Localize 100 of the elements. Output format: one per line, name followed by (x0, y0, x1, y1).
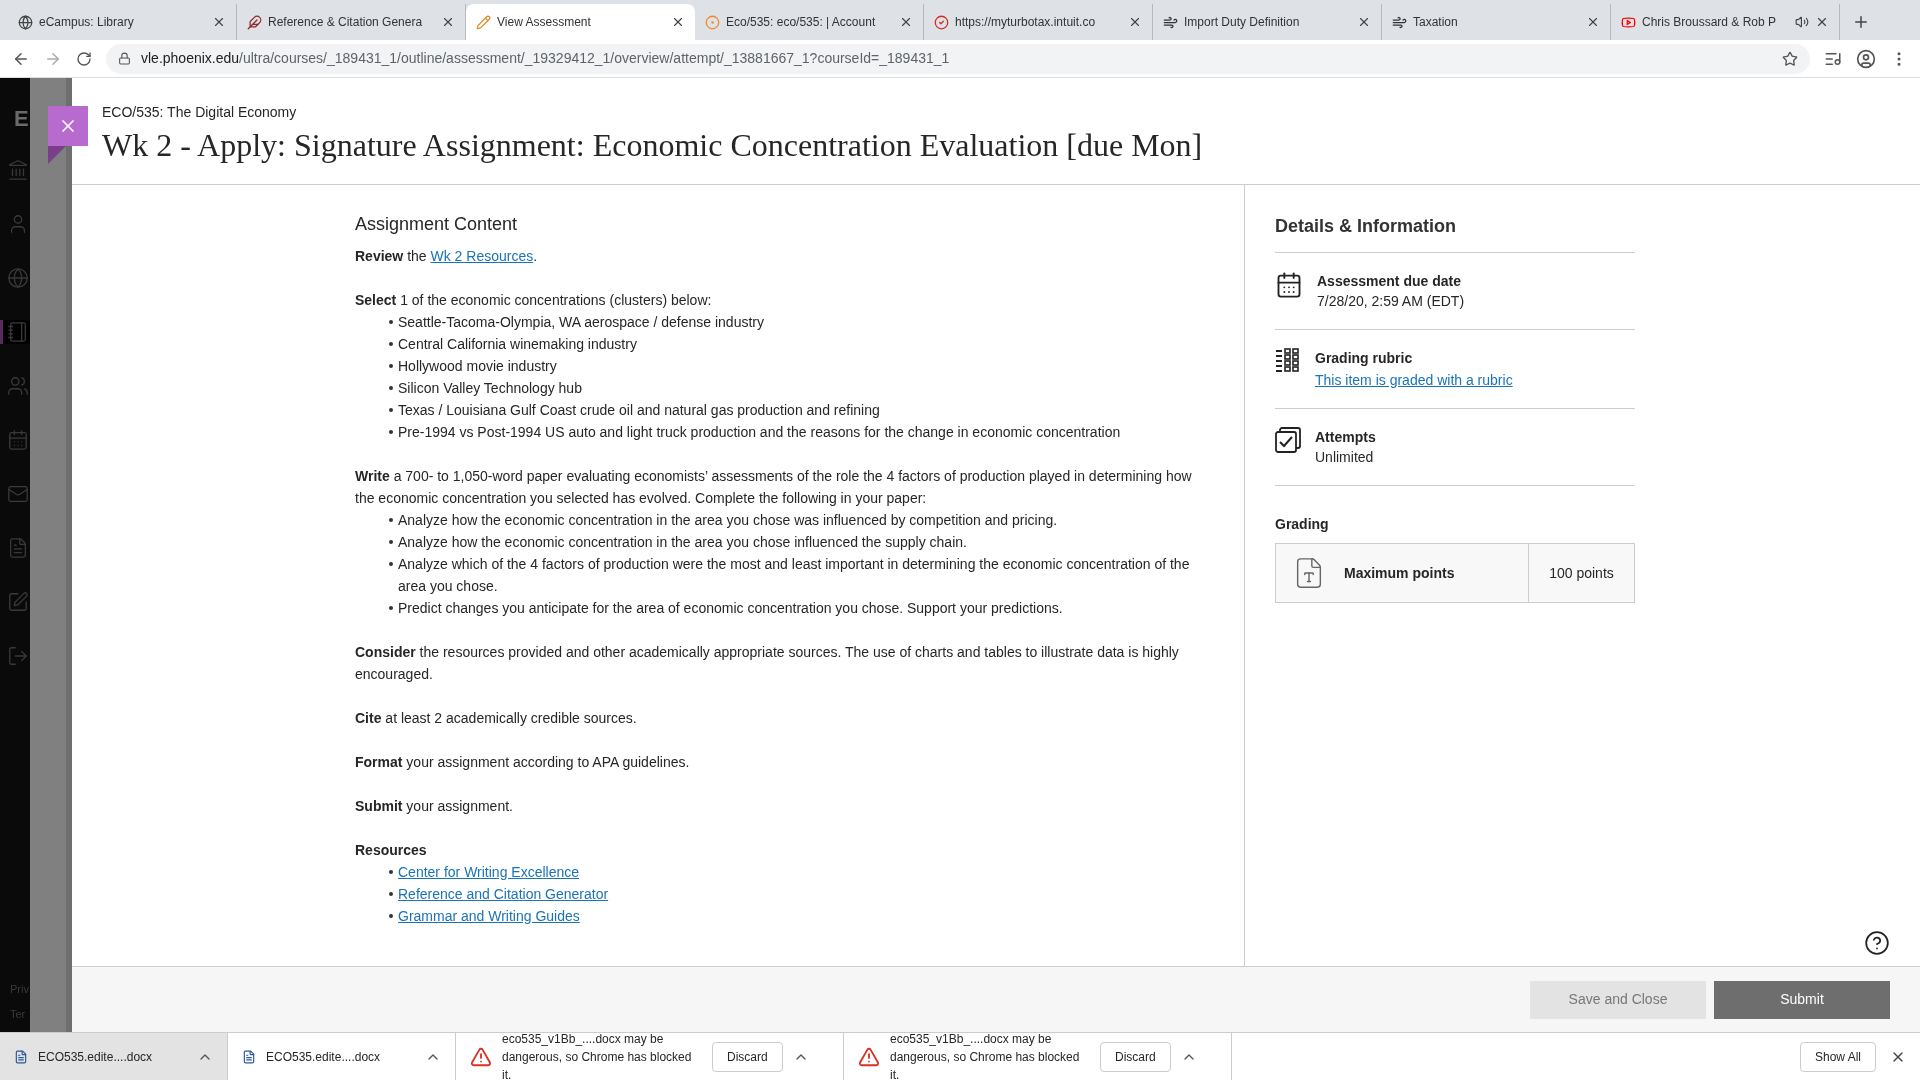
browser-tab[interactable]: View Assessment (466, 4, 695, 40)
bookmark-star-icon[interactable] (1782, 50, 1798, 67)
lock-icon (118, 52, 131, 65)
download-name: eco535_v1Bb_....docx may be dangerous, so Chrome has blocked it. (890, 1030, 1081, 1080)
tab-title: Eco/535: eco/535: | Account (726, 14, 877, 31)
check-circle-icon (934, 14, 949, 30)
save-and-close-button[interactable]: Save and Close (1530, 980, 1706, 1019)
list-item-text: Analyze how the economic concentration in the area you chose influenced the supply chain. (398, 533, 967, 552)
help-icon[interactable] (1864, 930, 1890, 956)
bullet-icon (389, 606, 393, 610)
list-item-text: Analyze which of the 4 factors of production were the most and least important in determining the economic concentration of the area you chose. (398, 555, 1191, 596)
ring-icon (705, 14, 720, 30)
download-item[interactable]: ECO535.edite....docx (0, 1033, 228, 1080)
swirl-icon (1392, 14, 1407, 30)
bullet-icon (389, 892, 393, 896)
bullet-icon (389, 430, 393, 434)
globe-icon (7, 267, 29, 289)
tab-title: Reference & Citation Genera (268, 14, 424, 31)
document-icon (7, 537, 29, 559)
play-icon (1621, 14, 1636, 30)
content-heading: Assignment Content (355, 213, 519, 235)
account-icon[interactable] (1856, 48, 1876, 69)
rubric-grid-icon (1275, 348, 1301, 374)
bullet-icon (389, 914, 393, 918)
details-heading: Details & Information (1275, 213, 1635, 253)
assessment-title: Wk 2 - Apply: Signature Assignment: Economic Concentration Evaluation [due Mon] (102, 126, 1204, 165)
detail-label: Assessment due date (1317, 272, 1462, 291)
detail-value: Unlimited (1315, 448, 1375, 467)
tab-title: View Assessment (497, 14, 592, 31)
warning-icon (470, 1045, 492, 1068)
calendar-icon (7, 429, 29, 451)
list-item-text: Silicon Valley Technology hub (398, 379, 582, 398)
address-bar[interactable]: vle.phoenix.edu/ultra/courses/_189431_1/outline/assessment/_19329412_1/overview/attempt/_13881667_1?courseId=_189431_1 (106, 43, 1810, 74)
submit-button[interactable]: Submit (1714, 980, 1890, 1019)
close-icon[interactable] (1128, 15, 1142, 29)
sign-out-icon (7, 645, 29, 667)
list-item-text: Hollywood movie industry (398, 357, 557, 376)
list-item-text: Seattle-Tacoma-Olympia, WA aerospace / defense industry (398, 313, 764, 332)
grading-heading: Grading (1275, 515, 1330, 534)
swirl-icon (1163, 14, 1178, 30)
reload-icon[interactable] (76, 50, 92, 67)
close-icon[interactable] (1815, 15, 1829, 29)
resource-link[interactable]: Grammar and Writing Guides (398, 905, 580, 927)
download-name: eco535_v1Bb_....docx may be dangerous, so Chrome has blocked it. (502, 1030, 693, 1080)
bank-icon (7, 159, 29, 181)
list-item-text: Texas / Louisiana Gulf Coast crude oil and natural gas production and refining (398, 401, 880, 420)
mail-icon (7, 483, 29, 505)
checkbox-stack-icon (1275, 427, 1301, 453)
points-label: Maximum points (1344, 563, 1455, 583)
new-tab-icon[interactable] (1852, 13, 1870, 31)
instruction-text: Consider the resources provided and other academically appropriate sources. The use of charts and tables to illustrate data is highly encouraged. (355, 643, 1180, 684)
detail-label: Attempts (1315, 428, 1376, 447)
people-icon (7, 375, 29, 397)
close-icon[interactable] (671, 15, 685, 29)
bullet-icon (389, 364, 393, 368)
close-icon[interactable] (1357, 15, 1371, 29)
instruction-text: Select 1 of the economic concentrations (clusters) below: (355, 291, 713, 310)
logo-letter: E (14, 108, 29, 130)
notebook-icon (7, 321, 29, 343)
tab-title: Chris Broussard & Rob P (1642, 14, 1778, 31)
calendar-icon (1275, 271, 1303, 299)
warning-icon (858, 1045, 880, 1068)
show-all-button[interactable]: Show All (1799, 1041, 1876, 1072)
instruction-text: Submit your assignment. (355, 797, 514, 816)
resource-link[interactable]: Reference and Citation Generator (398, 883, 609, 905)
instruction-text: Write a 700- to 1,050-word paper evaluating economists’ assessments of the role the 4 factors of production played in determining how the economic concentration you selected has evolved. Complete the following in your paper: (355, 467, 1193, 508)
bullet-icon (389, 342, 393, 346)
instruction-text: Cite at least 2 academically credible sources. (355, 709, 638, 728)
resource-link[interactable]: Center for Writing Excellence (398, 861, 580, 883)
tab-title: eCampus: Library (39, 14, 135, 31)
list-item-text: Analyze how the economic concentration in the area you chose was influenced by competition and pricing. (398, 511, 1058, 530)
url-text: vle.phoenix.edu/ultra/courses/_189431_1/outline/assessment/_19329412_1/overview/attempt/_13881667_1?courseId=_189431_1 (141, 49, 951, 68)
bullet-icon (389, 386, 393, 390)
tab-title: Import Duty Definition (1184, 14, 1301, 31)
pencil-icon (476, 14, 491, 30)
close-icon[interactable] (441, 15, 455, 29)
instruction-text: Review the Wk 2 Resources. (355, 247, 539, 266)
detail-value: 7/28/20, 2:59 AM (EDT) (1317, 292, 1465, 311)
list-item-text: Pre-1994 vs Post-1994 US auto and light truck production and the reasons for the change in economic concentration (398, 423, 1121, 442)
bullet-icon (389, 870, 393, 874)
course-name: ECO/535: The Digital Economy (102, 103, 298, 122)
instruction-text: Format your assignment according to APA guidelines. (355, 753, 691, 772)
close-icon[interactable] (1586, 15, 1600, 29)
points-value: 100 points (1548, 563, 1615, 583)
close-icon[interactable] (899, 15, 913, 29)
close-icon[interactable] (212, 15, 226, 29)
detail-label: Grading rubric (1315, 349, 1414, 368)
bullet-icon (389, 540, 393, 544)
rubric-link[interactable]: This item is graded with a rubric (1315, 370, 1513, 390)
feather-icon (247, 14, 262, 30)
discard-button[interactable]: Discard (712, 1041, 783, 1072)
section-heading: Resources (355, 841, 428, 860)
word-document-icon (242, 1049, 256, 1064)
bullet-icon (389, 562, 393, 566)
edit-icon (7, 591, 29, 613)
bullet-icon (389, 518, 393, 522)
discard-button[interactable]: Discard (1100, 1041, 1171, 1072)
panel-fold-icon (48, 146, 66, 164)
list-item-text: Central California winemaking industry (398, 335, 637, 354)
download-name: ECO535.edite....docx (38, 1048, 154, 1066)
